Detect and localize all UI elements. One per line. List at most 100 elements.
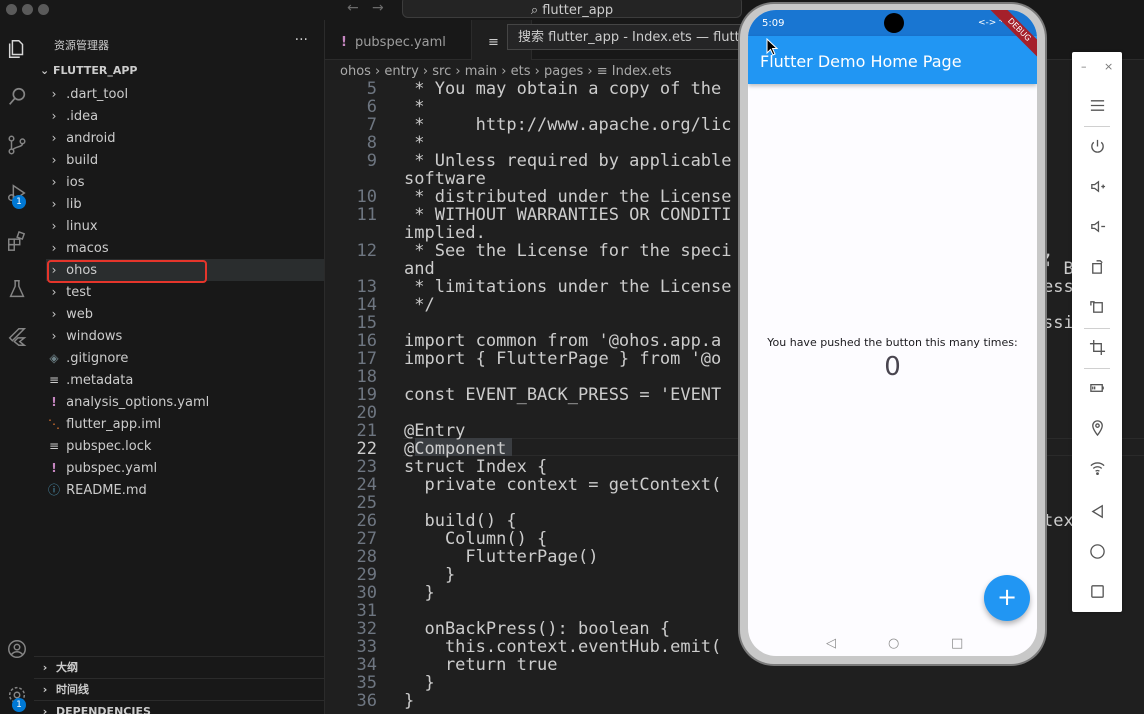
close-icon[interactable]: × xyxy=(1104,60,1113,73)
yaml-file-icon: ! xyxy=(51,395,57,409)
code-line-fragment: ssi xyxy=(1043,313,1074,333)
battery-icon[interactable] xyxy=(1072,372,1122,402)
location-icon[interactable] xyxy=(1072,412,1122,442)
nav-back-icon[interactable]: ◁ xyxy=(826,636,836,651)
tree-item-dart-tool[interactable]: › .dart_tool xyxy=(46,83,324,105)
phone-screen[interactable]: 5:09 <-> ⁴ᴳ ▮ Flutter Demo Home Page DEB… xyxy=(748,10,1037,656)
tree-item-pubspec-lock[interactable]: ≡ pubspec.lock xyxy=(46,435,324,457)
recent-apps-icon[interactable] xyxy=(1072,576,1122,606)
line-number: 36 xyxy=(356,691,377,711)
tab-pubspec-yaml[interactable]: ! pubspec.yaml xyxy=(325,20,472,60)
home-icon[interactable] xyxy=(1072,536,1122,566)
nav-recent-icon[interactable]: □ xyxy=(951,636,963,651)
tree-item-linux[interactable]: › linux xyxy=(46,215,324,237)
breadcrumb-item[interactable]: pages xyxy=(544,64,583,79)
breadcrumb: ohos › entry › src › main › ets › pages … xyxy=(340,64,672,79)
line-number: 16 xyxy=(356,331,377,351)
workspace-root[interactable]: ⌄ FLUTTER_APP xyxy=(40,64,138,77)
tree-item-gitignore[interactable]: ◈ .gitignore xyxy=(46,347,324,369)
more-actions-icon[interactable]: ··· xyxy=(295,32,308,48)
tree-item-lib[interactable]: › lib xyxy=(46,193,324,215)
volume-down-icon[interactable] xyxy=(1072,211,1122,241)
tree-item-pubspec-yaml[interactable]: ! pubspec.yaml xyxy=(46,457,324,479)
line-number: 27 xyxy=(356,529,377,549)
line-number: 8 xyxy=(366,133,377,153)
back-arrow-icon[interactable]: ← xyxy=(347,0,359,16)
menu-icon[interactable] xyxy=(1072,90,1122,120)
code-line: * You may obtain a copy of the xyxy=(404,80,722,99)
camera-cutout xyxy=(884,13,904,33)
command-center-tooltip: 搜索 flutter_app - Index.ets — flutter_app xyxy=(507,24,743,50)
increment-fab-button[interactable]: + xyxy=(984,575,1030,621)
back-icon[interactable] xyxy=(1072,496,1122,526)
tree-item-idea[interactable]: › .idea xyxy=(46,105,324,127)
line-number: 30 xyxy=(356,583,377,603)
chevron-right-icon: › xyxy=(51,241,57,255)
extensions-icon[interactable] xyxy=(0,224,34,258)
zoom-window-button[interactable] xyxy=(38,4,49,15)
breadcrumb-item[interactable]: ets xyxy=(511,64,531,79)
line-number: 32 xyxy=(356,619,377,639)
line-number: 18 xyxy=(356,367,377,387)
chevron-right-icon: › xyxy=(51,87,57,101)
explorer-icon[interactable] xyxy=(0,32,34,66)
explorer-title: 资源管理器 xyxy=(54,39,109,52)
tree-item-macos[interactable]: › macos xyxy=(46,237,324,259)
rotate-left-icon[interactable] xyxy=(1072,251,1122,281)
minimize-window-button[interactable] xyxy=(22,4,33,15)
code-line: const EVENT_BACK_PRESS = 'EVENT xyxy=(404,385,722,405)
crop-screenshot-icon[interactable] xyxy=(1072,332,1122,362)
code-line: */ xyxy=(404,295,435,315)
tree-item-web[interactable]: › web xyxy=(46,303,324,325)
status-time: 5:09 xyxy=(762,18,785,29)
breadcrumb-item[interactable]: ohos xyxy=(340,64,371,79)
line-number: 13 xyxy=(356,277,377,297)
code-line: FlutterPage() xyxy=(404,547,599,567)
tree-item-android[interactable]: › android xyxy=(46,127,324,149)
line-number: 29 xyxy=(356,565,377,585)
tree-item-test[interactable]: › test xyxy=(46,281,324,303)
line-number: 25 xyxy=(356,493,377,513)
code-line: * WITHOUT WARRANTIES OR CONDITI xyxy=(404,205,732,225)
code-line-fragment: ' B xyxy=(1043,259,1074,279)
tree-item-build[interactable]: › build xyxy=(46,149,324,171)
flutter-icon[interactable] xyxy=(0,320,34,354)
power-icon[interactable] xyxy=(1072,131,1122,161)
counter-label: You have pushed the button this many tim… xyxy=(767,336,1018,349)
line-number: 31 xyxy=(356,601,377,621)
timeline-section[interactable]: › 时间线 xyxy=(34,678,325,700)
volume-up-icon[interactable] xyxy=(1072,171,1122,201)
command-center[interactable]: ⌕ flutter_app xyxy=(402,0,742,18)
system-nav-bar: ◁ ○ □ xyxy=(748,636,1037,656)
code-line: } xyxy=(404,691,415,711)
source-control-icon[interactable] xyxy=(0,128,34,162)
tree-item-readme[interactable]: ⓘ README.md xyxy=(46,479,324,501)
tree-item-metadata[interactable]: ≡ .metadata xyxy=(46,369,324,391)
code-line: build() { xyxy=(404,511,517,531)
minimize-icon[interactable]: – xyxy=(1081,60,1087,73)
breadcrumb-item[interactable]: src xyxy=(432,64,451,79)
line-number: 20 xyxy=(356,403,377,423)
tree-item-ios[interactable]: › ios xyxy=(46,171,324,193)
forward-arrow-icon[interactable]: → xyxy=(372,0,384,16)
dependencies-section[interactable]: › DEPENDENCIES xyxy=(34,700,325,714)
breadcrumb-item[interactable]: entry xyxy=(384,64,418,79)
tree-item-windows[interactable]: › windows xyxy=(46,325,324,347)
line-number: 35 xyxy=(356,673,377,693)
testing-icon[interactable] xyxy=(0,272,34,306)
tree-item-analysis-options[interactable]: ! analysis_options.yaml xyxy=(46,391,324,413)
close-window-button[interactable] xyxy=(6,4,17,15)
tree-item-flutter-app-iml[interactable]: ⋱ flutter_app.iml xyxy=(46,413,324,435)
search-icon[interactable] xyxy=(0,80,34,114)
yaml-file-icon: ! xyxy=(51,461,57,475)
wifi-icon[interactable] xyxy=(1072,452,1122,482)
outline-section[interactable]: › 大纲 xyxy=(34,656,325,678)
breadcrumb-item[interactable]: main xyxy=(465,64,497,79)
account-icon[interactable] xyxy=(0,632,34,666)
nav-home-icon[interactable]: ○ xyxy=(888,636,899,651)
code-line: @Component xyxy=(404,439,507,459)
breadcrumb-item[interactable]: Index.ets xyxy=(612,64,672,79)
app-bar-title: Flutter Demo Home Page xyxy=(760,52,962,71)
rotate-right-icon[interactable] xyxy=(1072,291,1122,321)
line-number: 9 xyxy=(366,151,377,171)
